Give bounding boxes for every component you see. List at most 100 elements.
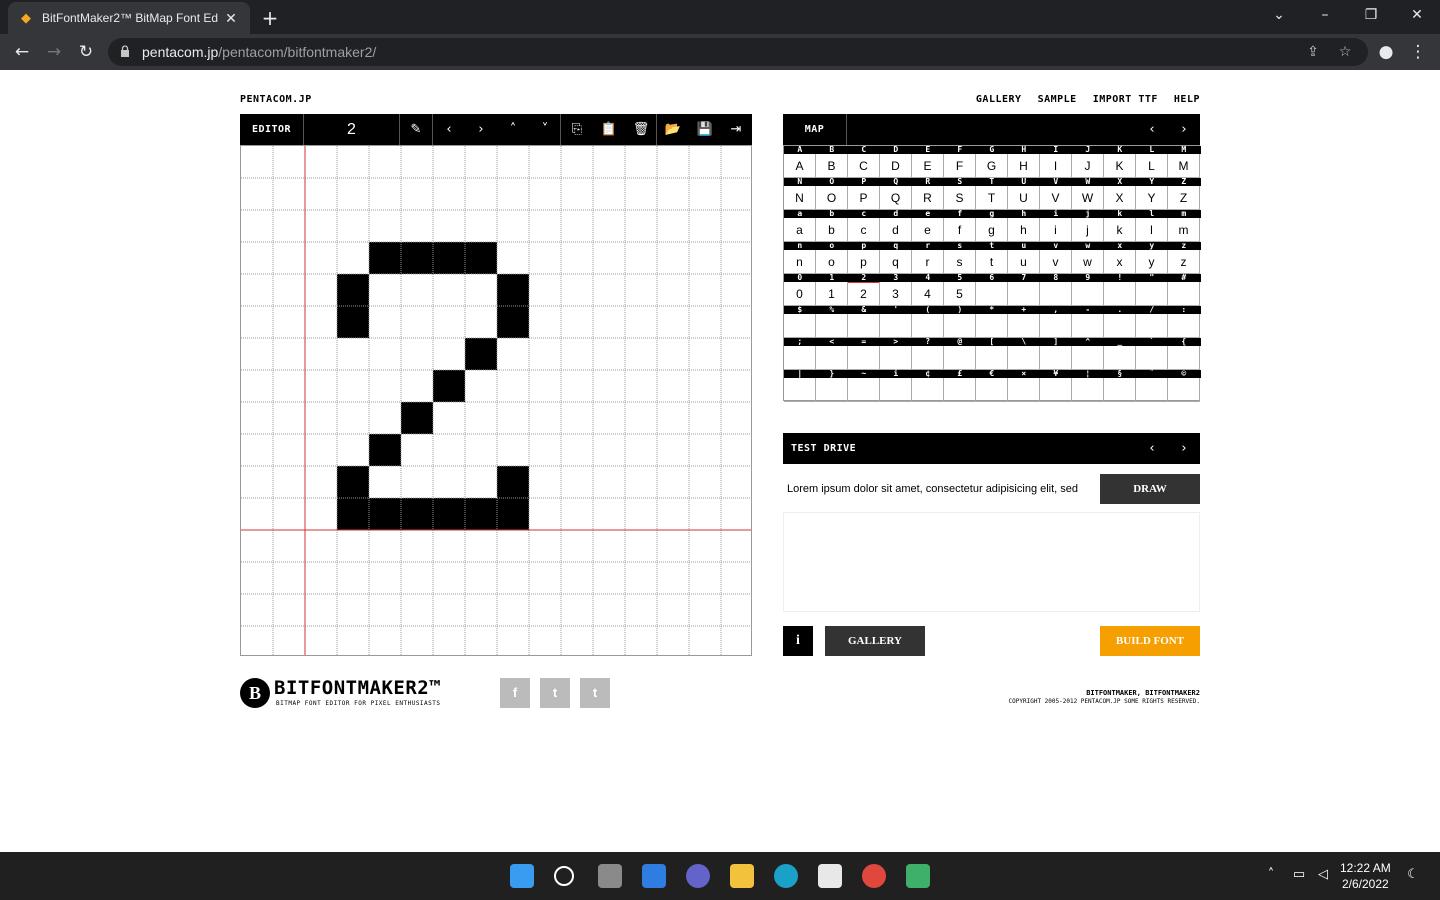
filled-pixel[interactable] (433, 242, 465, 274)
map-glyph-cell[interactable]: C (848, 154, 880, 178)
map-glyph-cell[interactable] (784, 346, 816, 370)
pencil-tool-icon[interactable]: ✎ (400, 114, 432, 145)
filled-pixel[interactable] (465, 338, 497, 370)
map-glyph-cell[interactable] (1104, 378, 1136, 402)
map-glyph-cell[interactable] (944, 346, 976, 370)
filled-pixel[interactable] (337, 466, 369, 498)
nav-import-ttf-link[interactable]: IMPORT TTF (1093, 94, 1158, 105)
map-glyph-cell[interactable]: u (1008, 250, 1040, 274)
bookmark-star-icon[interactable]: ☆ (1336, 43, 1354, 61)
map-glyph-cell[interactable]: k (1104, 218, 1136, 242)
map-glyph-cell[interactable]: a (784, 218, 816, 242)
filled-pixel[interactable] (401, 402, 433, 434)
filled-pixel[interactable] (497, 274, 529, 306)
nav-help-link[interactable]: HELP (1174, 94, 1200, 105)
map-glyph-cell[interactable] (784, 314, 816, 338)
map-glyph-cell[interactable]: T (976, 186, 1008, 210)
map-glyph-cell[interactable]: S (944, 186, 976, 210)
map-glyph-cell[interactable]: m (1168, 218, 1200, 242)
map-glyph-cell[interactable] (1072, 378, 1104, 402)
map-glyph-cell[interactable]: 4 (912, 282, 944, 306)
map-glyph-cell[interactable]: w (1072, 250, 1104, 274)
map-glyph-cell[interactable] (1008, 346, 1040, 370)
map-glyph-cell[interactable]: h (1008, 218, 1040, 242)
twitter-icon[interactable]: t (540, 678, 570, 708)
map-glyph-cell[interactable]: H (1008, 154, 1040, 178)
map-glyph-cell[interactable] (1072, 282, 1104, 306)
map-glyph-cell[interactable] (848, 314, 880, 338)
map-glyph-cell[interactable] (848, 378, 880, 402)
map-glyph-cell[interactable]: Q (880, 186, 912, 210)
shift-up-icon[interactable]: ˄ (497, 114, 529, 145)
map-glyph-cell[interactable] (1104, 346, 1136, 370)
nav-gallery-link[interactable]: GALLERY (976, 94, 1022, 105)
new-tab-button[interactable]: + (258, 6, 282, 30)
back-button[interactable]: ← (10, 40, 34, 64)
delete-icon[interactable]: 🗑 (625, 114, 657, 145)
map-glyph-cell[interactable]: R (912, 186, 944, 210)
map-glyph-cell[interactable] (1008, 378, 1040, 402)
task-view-icon[interactable] (598, 864, 622, 888)
map-glyph-cell[interactable]: p (848, 250, 880, 274)
map-glyph-cell[interactable]: D (880, 154, 912, 178)
map-glyph-cell[interactable]: W (1072, 186, 1104, 210)
paste-icon[interactable]: 📋 (593, 114, 625, 145)
chat-icon[interactable] (686, 864, 710, 888)
map-glyph-cell[interactable] (1136, 314, 1168, 338)
map-glyph-cell[interactable]: Z (1168, 186, 1200, 210)
map-glyph-cell[interactable] (1168, 378, 1200, 402)
export-icon[interactable]: ⇥ (720, 114, 752, 145)
profile-icon[interactable]: ● (1374, 40, 1398, 64)
draw-button[interactable]: DRAW (1100, 474, 1200, 504)
map-glyph-cell[interactable]: 2 (848, 282, 880, 306)
map-glyph-cell[interactable] (976, 282, 1008, 306)
map-glyph-cell[interactable] (1040, 378, 1072, 402)
map-glyph-cell[interactable] (1104, 282, 1136, 306)
copy-icon[interactable]: ⎘ (561, 114, 593, 145)
filled-pixel[interactable] (465, 242, 497, 274)
map-glyph-cell[interactable]: J (1072, 154, 1104, 178)
map-glyph-cell[interactable] (1072, 314, 1104, 338)
map-glyph-cell[interactable]: q (880, 250, 912, 274)
map-glyph-cell[interactable]: P (848, 186, 880, 210)
map-glyph-cell[interactable]: r (912, 250, 944, 274)
map-glyph-cell[interactable] (1168, 314, 1200, 338)
map-glyph-cell[interactable]: A (784, 154, 816, 178)
map-glyph-cell[interactable]: G (976, 154, 1008, 178)
map-glyph-cell[interactable] (912, 314, 944, 338)
map-glyph-cell[interactable]: 1 (816, 282, 848, 306)
map-glyph-cell[interactable] (816, 314, 848, 338)
tab-search-icon[interactable]: ⌄ (1256, 0, 1302, 34)
map-glyph-cell[interactable] (1040, 314, 1072, 338)
filled-pixel[interactable] (401, 498, 433, 530)
shift-left-icon[interactable]: ‹ (433, 114, 465, 145)
map-glyph-cell[interactable]: t (976, 250, 1008, 274)
restore-button[interactable]: ❐ (1348, 0, 1394, 34)
shift-down-icon[interactable]: ˅ (529, 114, 561, 145)
map-glyph-cell[interactable] (944, 378, 976, 402)
map-glyph-cell[interactable]: U (1008, 186, 1040, 210)
close-tab-icon[interactable]: ✕ (222, 10, 240, 27)
map-glyph-cell[interactable]: e (912, 218, 944, 242)
map-glyph-cell[interactable]: l (1136, 218, 1168, 242)
pixel-editor-grid[interactable] (240, 145, 753, 658)
map-glyph-cell[interactable]: i (1040, 218, 1072, 242)
map-glyph-cell[interactable]: V (1040, 186, 1072, 210)
map-glyph-cell[interactable]: K (1104, 154, 1136, 178)
map-glyph-cell[interactable]: x (1104, 250, 1136, 274)
filled-pixel[interactable] (465, 498, 497, 530)
pixel-grid-canvas[interactable] (241, 146, 753, 658)
map-glyph-cell[interactable]: s (944, 250, 976, 274)
forward-button[interactable]: → (42, 40, 66, 64)
map-glyph-cell[interactable] (944, 314, 976, 338)
map-glyph-cell[interactable] (976, 314, 1008, 338)
map-glyph-cell[interactable] (848, 346, 880, 370)
test-drive-next-icon[interactable]: › (1168, 433, 1200, 464)
edge-icon[interactable] (774, 864, 798, 888)
minimize-button[interactable]: – (1302, 0, 1348, 34)
map-glyph-cell[interactable] (1008, 314, 1040, 338)
map-glyph-cell[interactable]: b (816, 218, 848, 242)
address-bar[interactable]: pentacom.jp/pentacom/bitfontmaker2/ ⇪ ☆ (108, 38, 1368, 66)
filled-pixel[interactable] (369, 242, 401, 274)
map-glyph-cell[interactable]: o (816, 250, 848, 274)
